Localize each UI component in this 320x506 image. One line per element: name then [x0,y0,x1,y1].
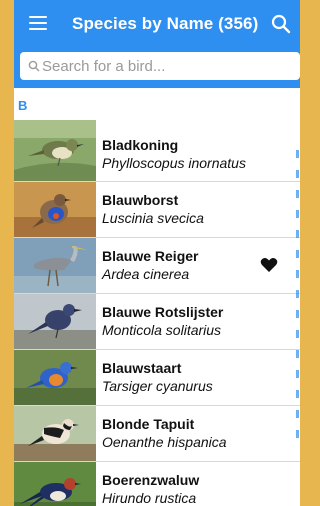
species-scientific-name: Phylloscopus inornatus [102,155,246,171]
heart-icon[interactable] [260,257,278,273]
species-name: Boerenzwaluw [102,472,200,488]
species-name: Blauwborst [102,192,179,208]
bird-photo [14,462,96,506]
list-item[interactable]: Blauwborst Luscinia svecica [14,182,300,238]
list-item[interactable]: Blauwstaart Tarsiger cyanurus [14,350,300,406]
list-item[interactable]: Blauwe Reiger Ardea cinerea [14,238,300,294]
species-scientific-name: Ardea cinerea [102,266,190,282]
species-scientific-name: Monticola solitarius [102,322,222,338]
bird-photo [14,120,96,181]
magnifier-icon [28,60,40,72]
bird-photo [14,294,96,349]
species-name: Blauwstaart [102,360,182,376]
bird-photo [14,182,96,237]
list-item[interactable]: Blauwe Rotslijster Monticola solitarius [14,294,300,350]
species-name: Blonde Tapuit [102,416,195,432]
search-box[interactable] [20,52,300,80]
species-name: Blauwe Rotslijster [102,304,224,320]
species-scientific-name: Hirundo rustica [102,490,197,506]
species-scientific-name: Tarsiger cyanurus [102,378,213,394]
page-title: Species by Name (356) [72,14,259,33]
species-name: Bladkoning [102,137,179,153]
species-name: Blauwe Reiger [102,248,199,264]
species-list: Bladkoning Phylloscopus inornatus Blauwb… [14,120,300,506]
app-frame: Species by Name (356) B [14,0,300,506]
search-bar [14,48,300,88]
bird-photo [14,406,96,461]
section-header: B [14,88,300,120]
section-letter: B [18,98,28,113]
list-item[interactable]: Bladkoning Phylloscopus inornatus [14,120,300,182]
list-item[interactable]: Blonde Tapuit Oenanthe hispanica [14,406,300,462]
species-scientific-name: Oenanthe hispanica [102,434,227,450]
hamburger-menu-icon[interactable] [29,16,47,30]
species-scientific-name: Luscinia svecica [102,210,204,226]
search-icon[interactable] [271,14,291,34]
bird-photo [14,350,96,405]
app-bar: Species by Name (356) [14,0,300,48]
list-item[interactable]: Boerenzwaluw Hirundo rustica [14,462,300,506]
alphabet-index-scroller[interactable] [294,150,300,450]
bird-photo [14,238,96,293]
search-input[interactable] [42,55,290,77]
